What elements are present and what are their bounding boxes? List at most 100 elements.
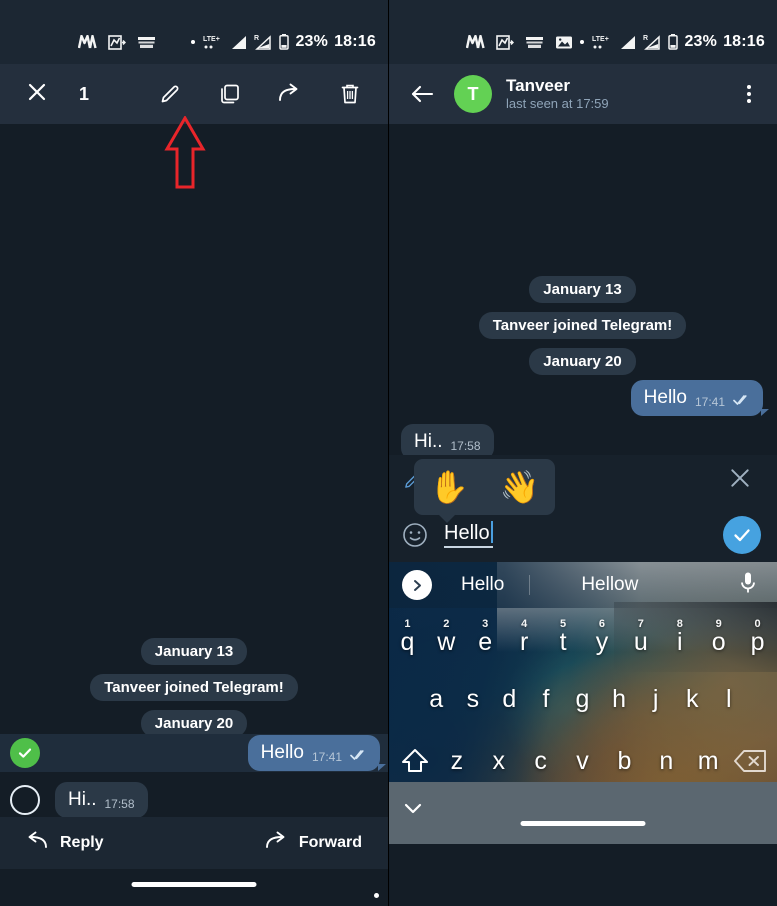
left-status-padding [0, 0, 388, 20]
key-label: y [595, 627, 609, 656]
suggestion-item[interactable]: Hello [461, 574, 504, 596]
selected-message-row[interactable]: Hello 17:41 [0, 734, 388, 772]
selection-checkbox-unchecked[interactable] [10, 785, 40, 815]
battery-level: 23% [684, 33, 718, 50]
key-number: 4 [521, 618, 528, 630]
suggestion-bar: Hello Hellow [388, 562, 777, 608]
kebab-menu-icon[interactable] [747, 85, 751, 103]
key-number: 9 [715, 618, 722, 630]
suggestion-item[interactable]: Hellow [581, 574, 638, 596]
emoji-suggestion-popup[interactable]: ✋ 👋 [414, 459, 555, 523]
key-r[interactable]: 4r [505, 616, 544, 668]
back-arrow-icon[interactable] [410, 82, 434, 106]
selection-checkbox-checked[interactable] [10, 738, 40, 768]
trash-icon[interactable] [338, 82, 362, 106]
key-p[interactable]: 0p [738, 616, 777, 668]
red-up-arrow-annotation [164, 116, 206, 189]
key-number: 0 [754, 618, 761, 630]
check-icon[interactable] [723, 515, 761, 554]
pencil-icon[interactable] [158, 82, 182, 106]
close-selection-button[interactable] [26, 82, 48, 106]
message-text: Hi.. [68, 789, 97, 810]
microphone-icon[interactable] [739, 571, 757, 600]
chat-header: T Tanveer last seen at 17:59 [388, 64, 777, 124]
key-w[interactable]: 2w [427, 616, 466, 668]
key-y[interactable]: 6y [583, 616, 622, 668]
right-status-bar: LTE+ R 23% 18:16 [388, 20, 777, 64]
stats-icon [108, 34, 126, 50]
key-number: 7 [637, 618, 644, 630]
svg-text:R: R [643, 35, 648, 42]
chat-title-block[interactable]: Tanveer last seen at 17:59 [506, 76, 609, 113]
right-nav-bar [388, 782, 777, 844]
svg-text:LTE+: LTE+ [592, 36, 609, 43]
key-label: p [750, 627, 765, 656]
right-phone-panel: LTE+ R 23% 18:16 T Tanveer last seen at … [388, 0, 777, 906]
key-k[interactable]: k [674, 668, 711, 730]
key-label: q [400, 627, 415, 656]
key-label: e [478, 627, 493, 656]
selection-toolbar: 1 [0, 64, 388, 124]
key-l[interactable]: l [710, 668, 747, 730]
stats-icon [496, 34, 514, 50]
key-s[interactable]: s [455, 668, 492, 730]
key-h[interactable]: h [601, 668, 638, 730]
key-j[interactable]: j [637, 668, 674, 730]
message-text: Hi.. [414, 431, 443, 452]
reply-button[interactable]: Reply [26, 831, 104, 856]
left-status-bar: LTE+ R 23% 18:16 [0, 20, 388, 64]
emoji-option[interactable]: 👋 [500, 471, 540, 503]
read-ticks-icon [733, 394, 751, 409]
chevron-down-icon[interactable] [402, 800, 424, 821]
forward-button[interactable]: Forward [265, 831, 362, 856]
key-i[interactable]: 8i [660, 616, 699, 668]
outgoing-message-bubble[interactable]: Hello 17:41 [247, 735, 387, 771]
close-icon[interactable] [729, 467, 751, 495]
home-indicator[interactable] [520, 821, 645, 826]
message-time: 17:58 [104, 797, 135, 811]
right-status-notification-icons [466, 34, 573, 50]
forward-arrow-icon [265, 831, 287, 856]
panel-divider [388, 0, 389, 906]
key-o[interactable]: 9o [699, 616, 738, 668]
avatar[interactable]: T [454, 75, 492, 113]
key-a[interactable]: a [418, 668, 455, 730]
service-message: January 13 [529, 276, 636, 303]
left-nav-bar [0, 869, 388, 906]
emoji-option[interactable]: ✋ [429, 471, 469, 503]
status-clock: 18:16 [723, 33, 765, 50]
incoming-message-bubble[interactable]: Hi.. 17:58 [55, 782, 148, 818]
key-f[interactable]: f [528, 668, 565, 730]
key-number: 8 [676, 618, 683, 630]
forward-arrow-icon[interactable] [278, 82, 302, 106]
service-message: January 20 [529, 348, 636, 375]
keyboard-row-1: 1q 2w 3e 4r 5t 6y 7u 8i 9o 0p [388, 608, 777, 668]
key-number: 6 [598, 618, 606, 630]
key-label: i [676, 627, 683, 656]
key-g[interactable]: g [564, 668, 601, 730]
key-u[interactable]: 7u [621, 616, 660, 668]
message-text: Hello [260, 742, 304, 763]
keyboard-row-2: a s d f g h j k l [388, 668, 777, 730]
message-time: 17:58 [450, 439, 481, 453]
outgoing-message-bubble[interactable]: Hello 17:41 [630, 380, 770, 416]
service-message: January 13 [140, 638, 248, 665]
edit-message-panel: Edit Message Hello ✋ 👋 Hello [388, 455, 777, 562]
selected-count: 1 [79, 83, 90, 104]
chevron-right-icon[interactable] [402, 570, 432, 600]
key-q[interactable]: 1q [388, 616, 427, 668]
dot-icon [191, 40, 196, 44]
key-label: u [633, 627, 648, 656]
reply-label: Reply [60, 834, 104, 851]
key-d[interactable]: d [491, 668, 528, 730]
smiley-icon[interactable] [402, 522, 428, 548]
copy-icon[interactable] [218, 82, 242, 106]
key-e[interactable]: 3e [466, 616, 505, 668]
edit-message-input[interactable]: Hello [444, 521, 493, 548]
message-text: Hello [643, 387, 687, 408]
key-t[interactable]: 5t [544, 616, 583, 668]
home-indicator[interactable] [131, 882, 257, 887]
keyboard-icon [137, 36, 156, 49]
unselected-message-row[interactable]: Hi.. 17:58 [0, 778, 388, 822]
key-label: r [519, 627, 529, 656]
